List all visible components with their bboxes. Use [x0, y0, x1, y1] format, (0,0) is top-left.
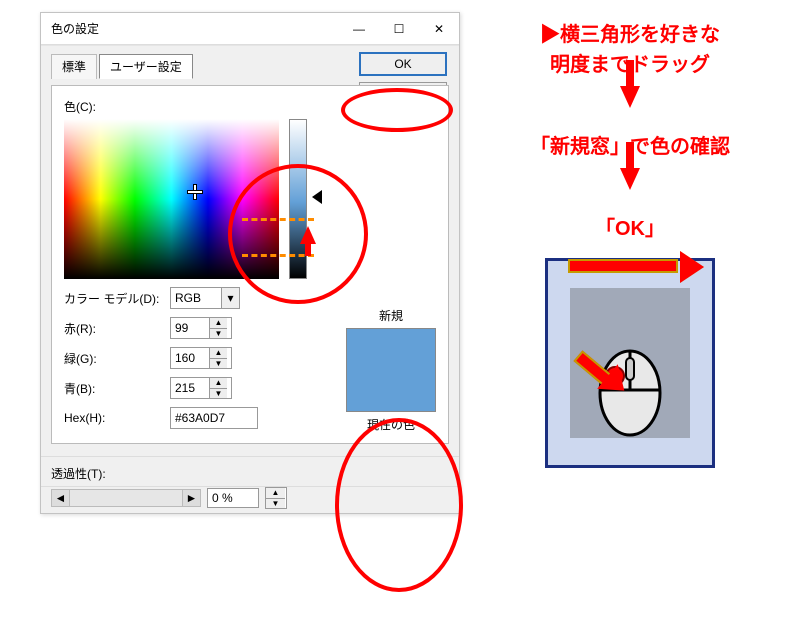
red-input[interactable] [171, 318, 209, 338]
transparency-slider[interactable]: ◄ ► [51, 489, 201, 507]
annotation-up-arrow-icon [300, 226, 316, 244]
blue-input[interactable] [171, 378, 209, 398]
new-color-swatch [346, 328, 436, 412]
spin-down-icon[interactable]: ▼ [210, 359, 227, 369]
transparency-text: 0 % [212, 491, 233, 505]
spin-up-icon[interactable]: ▲ [210, 378, 227, 389]
spectrum-cursor-icon [188, 185, 202, 199]
red-label: 赤(R): [64, 320, 164, 337]
close-icon: ✕ [434, 22, 444, 36]
scroll-right-icon[interactable]: ► [182, 490, 200, 506]
drag-arrow-icon [568, 257, 698, 277]
color-settings-dialog: 色の設定 — ☐ ✕ 標準 ユーザー設定 OK キャンセル 色(C): [40, 12, 460, 514]
green-label: 緑(G): [64, 350, 164, 367]
guide-panel: ▶横三角形を好きな 明度までドラッグ 「新規窓」で色の確認 「OK」 [480, 20, 780, 468]
transparency-row: 透過性(T): [41, 456, 459, 486]
close-button[interactable]: ✕ [419, 13, 459, 45]
dialog-body: 標準 ユーザー設定 OK キャンセル 色(C): カラー モデル(D): RGB [41, 45, 459, 456]
spin-down-icon[interactable]: ▼ [266, 499, 285, 509]
swatch-area: 新規 現在の色 [346, 307, 436, 433]
mouse-inner [570, 288, 690, 438]
color-model-value: RGB [171, 291, 221, 305]
titlebar: 色の設定 — ☐ ✕ [41, 13, 459, 45]
scroll-left-icon[interactable]: ◄ [52, 490, 70, 506]
spin-up-icon[interactable]: ▲ [266, 488, 285, 499]
custom-panel: 色(C): カラー モデル(D): RGB ▾ 赤(R): [51, 85, 449, 444]
maximize-icon: ☐ [394, 22, 405, 36]
color-model-row: カラー モデル(D): RGB ▾ [64, 287, 436, 309]
annotation-dash-line [242, 218, 314, 221]
transparency-value[interactable]: 0 % [207, 488, 259, 508]
transparency-stepper[interactable]: ▲▼ [265, 487, 287, 509]
spin-down-icon[interactable]: ▼ [210, 329, 227, 339]
transparency-controls: ◄ ► 0 % ▲▼ [41, 486, 459, 513]
luminance-marker-icon[interactable] [312, 190, 322, 204]
window-title: 色の設定 [41, 20, 339, 37]
current-label: 現在の色 [346, 416, 436, 433]
blue-stepper[interactable]: ▲▼ [170, 377, 232, 399]
minimize-icon: — [353, 22, 365, 36]
maximize-button[interactable]: ☐ [379, 13, 419, 45]
tab-custom[interactable]: ユーザー設定 [99, 54, 193, 79]
spin-up-icon[interactable]: ▲ [210, 348, 227, 359]
transparency-label: 透過性(T): [51, 465, 106, 482]
new-label: 新規 [346, 307, 436, 324]
blue-label: 青(B): [64, 380, 164, 397]
spin-down-icon[interactable]: ▼ [210, 389, 227, 399]
ok-button[interactable]: OK [359, 52, 447, 76]
mouse-diagram [545, 258, 715, 468]
minimize-button[interactable]: — [339, 13, 379, 45]
guide-text-1: ▶横三角形を好きな [480, 20, 780, 50]
chevron-down-icon: ▾ [221, 288, 239, 308]
color-model-label: カラー モデル(D): [64, 290, 164, 307]
down-arrow-icon [620, 86, 640, 108]
hex-label: Hex(H): [64, 411, 164, 425]
guide-text-4: 「OK」 [480, 214, 780, 244]
red-stepper[interactable]: ▲▼ [170, 317, 232, 339]
color-model-select[interactable]: RGB ▾ [170, 287, 240, 309]
hex-input[interactable]: #63A0D7 [170, 407, 258, 429]
green-stepper[interactable]: ▲▼ [170, 347, 232, 369]
down-arrow-icon [620, 168, 640, 190]
hex-value: #63A0D7 [175, 411, 225, 425]
annotation-dash-line [242, 254, 314, 257]
tab-standard[interactable]: 標準 [51, 54, 97, 79]
color-label: 色(C): [64, 98, 436, 115]
green-input[interactable] [171, 348, 209, 368]
spin-up-icon[interactable]: ▲ [210, 318, 227, 329]
